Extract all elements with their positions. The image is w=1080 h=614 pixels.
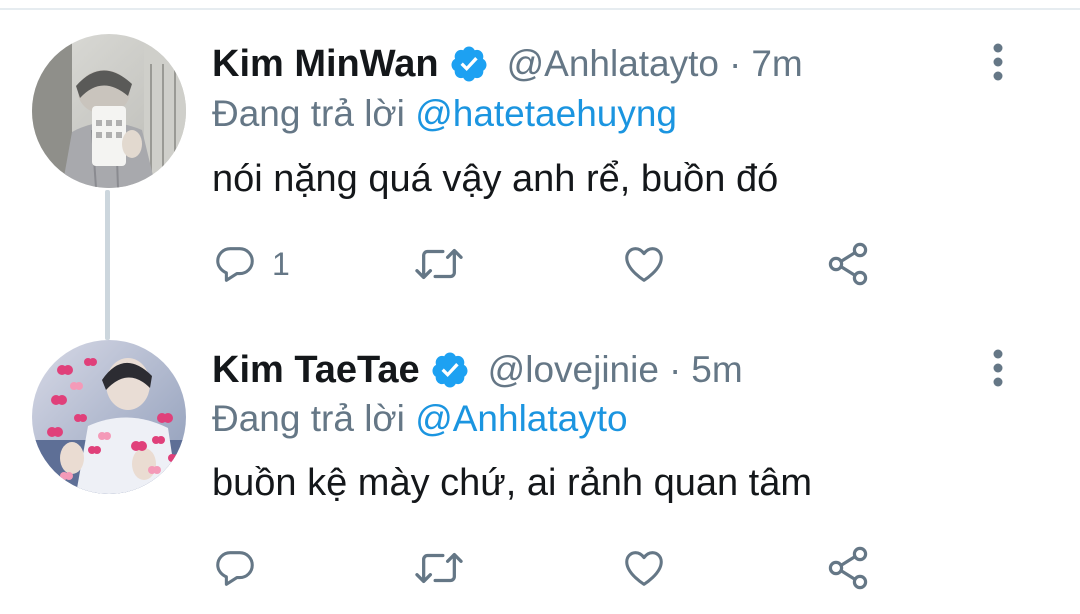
tweet[interactable]: Kim MinWan @Anhlatayto · 7m Đang trả lời… xyxy=(0,0,1080,320)
heart-icon xyxy=(625,247,663,282)
replying-to-mention[interactable]: @Anhlatayto xyxy=(415,398,627,439)
user-handle[interactable]: @lovejinie xyxy=(488,349,659,391)
user-handle[interactable]: @Anhlatayto xyxy=(507,43,719,85)
avatar-photo xyxy=(32,34,186,188)
timestamp[interactable]: 7m xyxy=(751,43,802,85)
retweet-icon xyxy=(415,248,463,280)
separator-dot: · xyxy=(729,43,742,84)
verified-badge-icon xyxy=(451,46,487,82)
retweet-button[interactable] xyxy=(412,238,466,290)
reply-button[interactable] xyxy=(212,542,272,594)
replying-prefix: Đang trả lời xyxy=(212,398,405,439)
retweet-icon xyxy=(415,552,463,584)
like-button[interactable] xyxy=(620,238,668,290)
replying-to-mention[interactable]: @hatetaehuyng xyxy=(415,93,677,134)
more-options-icon[interactable] xyxy=(986,42,1010,82)
tweet-header: Kim MinWan @Anhlatayto · 7m xyxy=(212,36,803,92)
avatar[interactable] xyxy=(32,340,186,494)
replying-to-line: Đang trả lời @hatetaehuyng xyxy=(212,93,677,137)
reply-button[interactable]: 1 xyxy=(212,238,290,290)
avatar[interactable] xyxy=(32,34,186,188)
more-options-icon[interactable] xyxy=(986,348,1010,388)
separator-dot: · xyxy=(668,349,682,390)
reply-icon xyxy=(216,551,254,586)
heart-icon xyxy=(625,551,663,586)
share-icon xyxy=(828,546,868,590)
replying-to-line: Đang trả lời @Anhlatayto xyxy=(212,398,628,442)
tweet-text: nói nặng quá vậy anh rể, buồn đó xyxy=(212,158,779,200)
verified-badge-icon xyxy=(432,352,468,388)
tweet-actions xyxy=(212,542,892,594)
replying-prefix: Đang trả lời xyxy=(212,93,405,134)
tweet-text: buồn kệ mày chứ, ai rảnh quan tâm xyxy=(212,462,813,504)
tweet-actions: 1 xyxy=(212,238,892,290)
avatar-photo xyxy=(32,340,186,494)
like-button[interactable] xyxy=(620,542,668,594)
display-name[interactable]: Kim TaeTae xyxy=(212,349,420,392)
tweet[interactable]: Kim TaeTae @lovejinie · 5m Đang trả lời … xyxy=(0,320,1080,614)
share-icon xyxy=(828,242,868,286)
reply-count: 1 xyxy=(272,245,290,282)
share-button[interactable] xyxy=(824,542,872,594)
retweet-button[interactable] xyxy=(412,542,466,594)
reply-icon xyxy=(216,247,254,282)
tweet-header: Kim TaeTae @lovejinie · 5m xyxy=(212,342,743,398)
share-button[interactable] xyxy=(824,238,872,290)
timestamp[interactable]: 5m xyxy=(691,349,742,391)
display-name[interactable]: Kim MinWan xyxy=(212,43,439,86)
